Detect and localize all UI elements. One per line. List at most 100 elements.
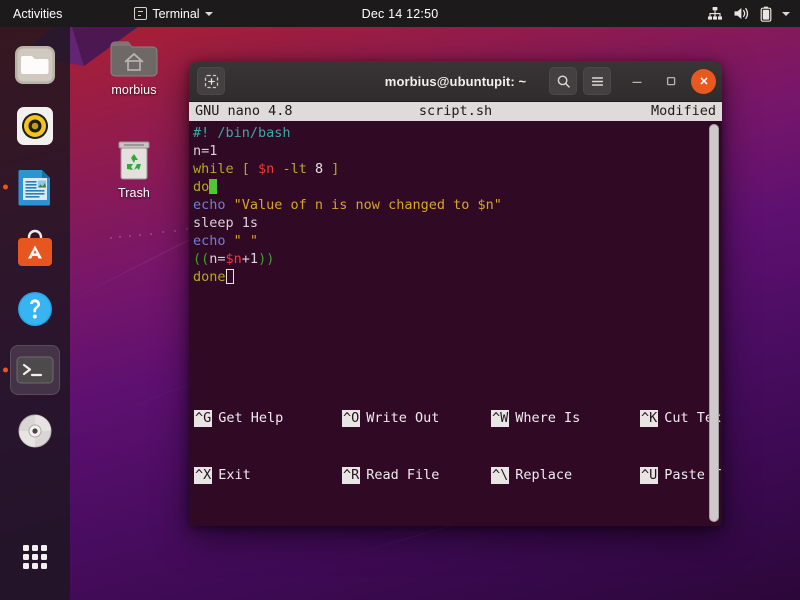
nano-shortcut-key: ^U xyxy=(640,467,659,484)
volume-icon xyxy=(733,6,750,21)
nano-shortcut[interactable]: ^W Where Is xyxy=(491,409,580,428)
code-span: $n xyxy=(225,251,242,267)
terminal-icon xyxy=(134,7,148,20)
nano-editor[interactable]: GNU nano 4.8 script.sh Modified #! /bin/… xyxy=(189,102,722,526)
nano-shortcut[interactable]: ^X Exit xyxy=(194,466,251,485)
chevron-down-icon xyxy=(204,11,213,16)
dock-item-files[interactable] xyxy=(10,40,60,90)
grid-nine-dots-icon xyxy=(23,545,47,569)
code-span: echo xyxy=(193,197,234,213)
dock-item-rhythmbox[interactable] xyxy=(10,101,60,151)
activities-button[interactable]: Activities xyxy=(0,7,74,21)
code-span: echo xyxy=(193,233,234,249)
ubuntu-dock xyxy=(0,27,70,600)
terminal-scrollbar[interactable] xyxy=(708,124,720,522)
desktop-icon-home-folder[interactable]: morbius xyxy=(95,38,173,97)
new-tab-icon xyxy=(204,74,218,88)
nano-shortcut[interactable]: ^O Write Out xyxy=(342,409,439,428)
question-mark-icon xyxy=(18,292,52,326)
nano-shortcut-label: Write Out xyxy=(366,410,440,426)
code-span: while xyxy=(193,161,242,177)
code-span: )) xyxy=(258,251,275,267)
nano-shortcut-label: Get Help xyxy=(218,410,284,426)
nano-shortcut-label: Read File xyxy=(366,467,440,483)
app-menu-button[interactable]: Terminal xyxy=(124,7,222,21)
nano-shortcut[interactable]: ^R Read File xyxy=(342,466,439,485)
code-line: sleep 1s xyxy=(191,214,722,232)
trash-recycle-icon xyxy=(118,141,150,180)
nano-version: GNU nano 4.8 xyxy=(195,103,293,119)
document-icon xyxy=(18,170,50,206)
hamburger-menu-button[interactable] xyxy=(583,67,611,95)
terminal-window[interactable]: morbius@ubuntupit: ~ GNU nano 4.8 script… xyxy=(189,61,722,526)
code-line: done xyxy=(191,268,722,286)
show-applications-button[interactable] xyxy=(10,532,60,582)
nano-text-area[interactable]: #! /bin/bash n=1 while [ $n -lt 8 ] do echo … xyxy=(189,121,722,370)
code-line: ((n=$n+1)) xyxy=(191,250,722,268)
code-span: $n xyxy=(258,161,275,177)
dock-item-cd-drive[interactable] xyxy=(10,406,60,456)
code-span: +1 xyxy=(241,251,259,267)
nano-shortcut-key: ^\ xyxy=(491,467,510,484)
nano-shortcut-key: ^K xyxy=(640,410,659,427)
nano-shortcut-row-1: ^GGet Help^OWrite Out^WWhere Is^KCut Tex… xyxy=(191,409,722,428)
search-icon xyxy=(557,75,570,88)
desktop-icon-label: morbius xyxy=(111,83,157,97)
nano-shortcut[interactable]: ^\ Replace xyxy=(491,466,572,485)
gnome-topbar: Activities Terminal Dec 14 12:50 xyxy=(0,0,800,27)
software-bag-icon xyxy=(18,229,52,266)
dock-item-libreoffice-writer[interactable] xyxy=(10,162,60,212)
nano-header-bar: GNU nano 4.8 script.sh Modified xyxy=(189,102,722,121)
code-span: [ xyxy=(241,161,259,177)
text-cursor xyxy=(209,179,218,194)
desktop-icon-trash[interactable]: Trash xyxy=(95,137,173,200)
dock-item-ubuntu-software[interactable] xyxy=(10,223,60,273)
system-indicators[interactable] xyxy=(707,6,800,22)
nano-shortcut-row-2: ^XExit^RRead File^\Replace^UPaste Text xyxy=(191,466,722,485)
terminal-titlebar[interactable]: morbius@ubuntupit: ~ xyxy=(189,61,722,102)
home-folder-icon xyxy=(110,41,158,77)
code-span: sleep 1s xyxy=(193,215,259,231)
nano-shortcut-label: Exit xyxy=(218,467,251,483)
minimize-button[interactable] xyxy=(623,67,651,95)
code-span: "Value of n is now changed to $n" xyxy=(233,197,502,213)
optical-disc-icon xyxy=(18,414,52,448)
chevron-down-icon[interactable] xyxy=(782,11,790,16)
close-button[interactable] xyxy=(691,68,716,94)
scrollbar-thumb[interactable] xyxy=(709,124,719,522)
nano-shortcut-key: ^W xyxy=(491,410,510,427)
minimize-icon xyxy=(632,81,642,84)
code-span: 8 xyxy=(314,161,324,177)
maximize-icon xyxy=(666,76,676,86)
code-span: #! /bin/bash xyxy=(193,125,291,141)
nano-modified-status: Modified xyxy=(650,103,716,119)
dock-item-help[interactable] xyxy=(10,284,60,334)
code-span: " " xyxy=(233,233,259,249)
nano-shortcut-label: Where Is xyxy=(515,410,581,426)
code-span: done xyxy=(193,269,226,285)
new-tab-button[interactable] xyxy=(197,67,225,95)
battery-icon xyxy=(760,6,772,22)
hamburger-menu-icon xyxy=(591,76,603,86)
nano-shortcut-key: ^R xyxy=(342,467,361,484)
code-line: n=1 xyxy=(191,142,722,160)
code-line: do xyxy=(191,178,722,196)
clock[interactable]: Dec 14 12:50 xyxy=(362,7,439,21)
code-span: n=1 xyxy=(193,143,218,159)
code-line: #! /bin/bash xyxy=(191,124,722,142)
code-line: echo " " xyxy=(191,232,722,250)
nano-shortcut-key: ^O xyxy=(342,410,361,427)
dock-item-terminal[interactable] xyxy=(10,345,60,395)
desktop-background: morbius Trash morbius@ubuntupit: ~ GNU n… xyxy=(0,0,800,600)
desktop-icon-label: Trash xyxy=(118,186,150,200)
search-button[interactable] xyxy=(549,67,577,95)
network-wired-icon xyxy=(707,6,723,21)
maximize-button[interactable] xyxy=(657,67,685,95)
nano-shortcut-key: ^G xyxy=(194,410,213,427)
terminal-prompt-icon xyxy=(16,356,54,384)
nano-filename: script.sh xyxy=(418,103,493,119)
nano-shortcut-label: Replace xyxy=(515,467,573,483)
music-speaker-icon xyxy=(17,107,53,145)
nano-shortcut[interactable]: ^G Get Help xyxy=(194,409,283,428)
folder-icon xyxy=(15,46,55,84)
